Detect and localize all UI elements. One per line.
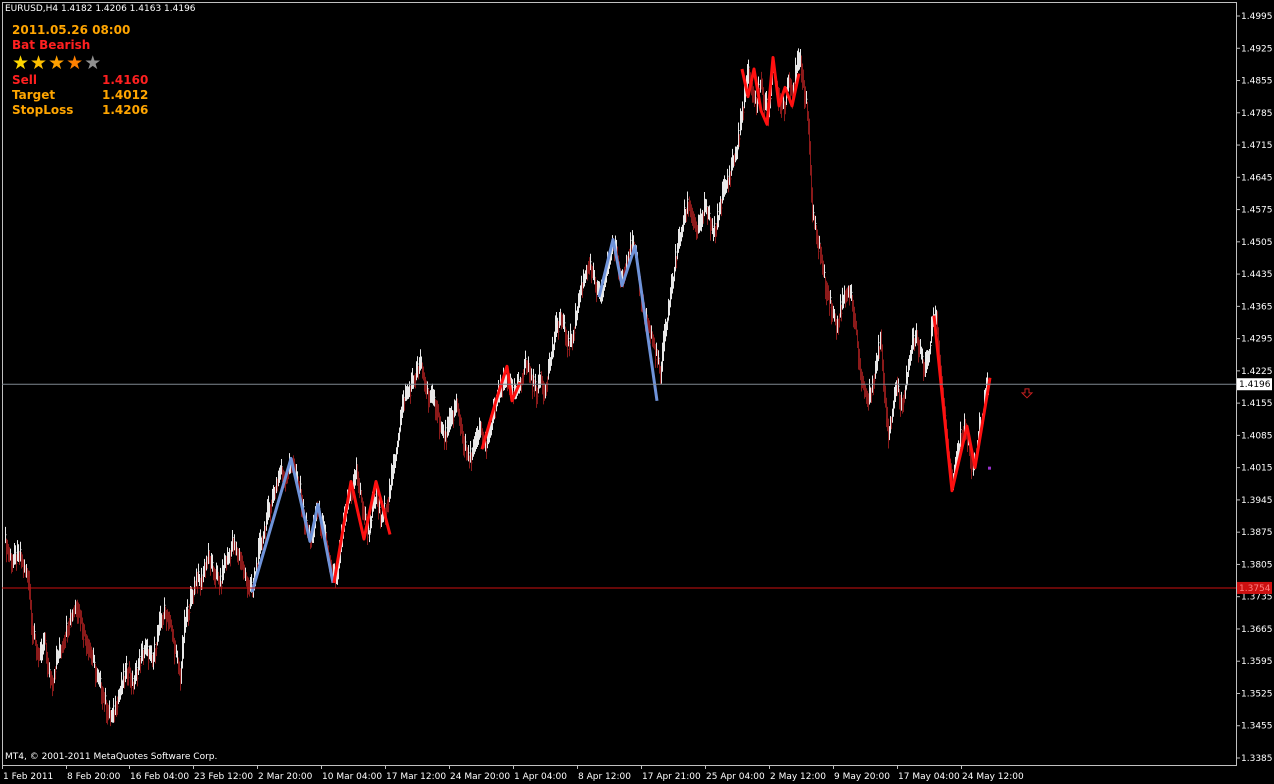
y-tick-label: 1.3455 (1241, 722, 1273, 732)
pattern-info-panel: 2011.05.26 08:00 Bat Bearish ★★★★★ Sell … (12, 23, 148, 118)
price-chart[interactable]: 1.4995 1.4925 1.4855 1.4785 1.4715 1.4645 1.45… (0, 0, 1274, 784)
x-tick-label: 23 Feb 12:00 (194, 772, 253, 782)
y-tick-label: 1.3735 (1241, 593, 1273, 603)
x-tick-label: 17 Mar 12:00 (386, 772, 446, 782)
x-tick-label: 24 May 12:00 (962, 772, 1024, 782)
pattern-datetime: 2011.05.26 08:00 (12, 23, 131, 37)
sell-label: Sell (12, 73, 38, 87)
rating-star-icon: ★ (30, 52, 49, 74)
y-tick-label: 1.4785 (1241, 109, 1273, 119)
candles (5, 48, 990, 727)
rating-star-icon: ★ (84, 52, 103, 74)
x-tick-label: 17 May 04:00 (898, 772, 960, 782)
harmonic-pattern-red-line (932, 315, 992, 493)
chart-header: EURUSD,H4 1.4182 1.4206 1.4163 1.4196 (5, 4, 196, 14)
pattern-name: Bat Bearish (12, 38, 91, 52)
y-tick-label: 1.4715 (1241, 141, 1273, 151)
x-tick-label: 8 Feb 20:00 (67, 772, 121, 782)
y-tick-label: 1.4575 (1241, 206, 1273, 216)
x-tick-label: 17 Apr 21:00 (642, 772, 701, 782)
rating-star-icon: ★ (12, 52, 31, 74)
x-tick-label: 24 Mar 20:00 (450, 772, 510, 782)
x-tick-label: 16 Feb 04:00 (130, 772, 189, 782)
y-tick-label: 1.4225 (1241, 367, 1273, 377)
target-value: 1.4012 (102, 88, 149, 102)
rating-star-icon: ★ (48, 52, 67, 74)
y-tick-label: 1.4505 (1241, 238, 1273, 248)
y-tick-label: 1.3805 (1241, 560, 1273, 570)
stoploss-label: StopLoss (12, 103, 74, 117)
x-tick-label: 10 Mar 04:00 (322, 772, 382, 782)
y-tick-label: 1.4995 (1241, 12, 1273, 22)
sell-row: Sell 1.4160 (12, 73, 148, 88)
sell-value: 1.4160 (102, 73, 149, 87)
y-tick-label: 1.3525 (1241, 689, 1273, 699)
stoploss-row: StopLoss 1.4206 (12, 103, 148, 118)
y-tick-label: 1.4435 (1241, 270, 1273, 280)
y-tick-label: 1.3945 (1241, 496, 1273, 506)
y-tick-label: 1.4645 (1241, 173, 1273, 183)
x-tick-label: 9 May 20:00 (834, 772, 890, 782)
y-tick-label: 1.3875 (1241, 528, 1273, 538)
y-tick-label: 1.4085 (1241, 431, 1273, 441)
y-tick-label: 1.4365 (1241, 302, 1273, 312)
y-tick-label: 1.3595 (1241, 657, 1273, 667)
stoploss-value: 1.4206 (102, 103, 149, 117)
x-tick-label: 8 Apr 12:00 (578, 772, 631, 782)
y-tick-label: 1.3665 (1241, 625, 1273, 635)
x-tick-label: 1 Feb 2011 (3, 772, 53, 782)
level-tag: 1.3754 (1239, 584, 1271, 594)
target-row: Target 1.4012 (12, 88, 148, 103)
y-tick-label: 1.4015 (1241, 464, 1273, 474)
sell-arrow-icon (1020, 388, 1034, 399)
y-tick-label: 1.4295 (1241, 335, 1273, 345)
y-tick-label: 1.4925 (1241, 44, 1273, 54)
x-tick-label: 2 May 12:00 (770, 772, 826, 782)
rating-star-icon: ★ (66, 52, 85, 74)
y-tick-label: 1.4155 (1241, 399, 1273, 409)
target-dot (988, 466, 991, 470)
x-tick-label: 1 Apr 04:00 (514, 772, 567, 782)
y-tick-label: 1.3385 (1241, 754, 1273, 764)
copyright-text: MT4, © 2001-2011 MetaQuotes Software Cor… (5, 752, 218, 762)
rating-stars: ★★★★★ (12, 53, 148, 73)
current-price-tag: 1.4196 (1239, 380, 1271, 390)
y-tick-label: 1.4855 (1241, 77, 1273, 87)
target-label: Target (12, 88, 56, 102)
x-tick-label: 2 Mar 20:00 (258, 772, 313, 782)
x-tick-label: 25 Apr 04:00 (706, 772, 765, 782)
